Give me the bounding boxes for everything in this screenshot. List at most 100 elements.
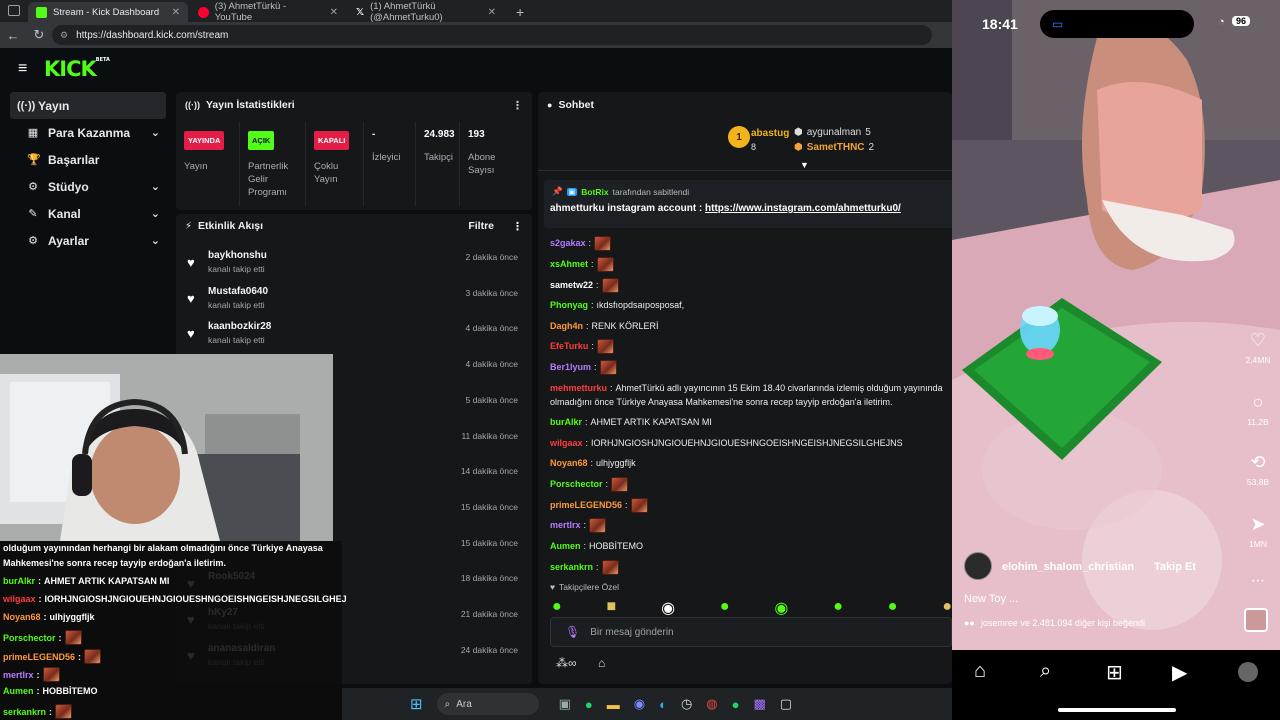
chat-separator: : [586,321,589,331]
emote-icon[interactable]: ● [942,598,952,615]
search-icon[interactable]: ⌕ [1040,660,1051,683]
share-button[interactable]: ➤ 1MN [1244,514,1272,549]
expand-chevron-icon[interactable]: ▼ [800,160,809,170]
chat-username[interactable]: Phonyag [550,300,588,310]
chat-username[interactable]: serkankrn [550,562,593,572]
sidebar-item-baarlar[interactable]: 🏆 Başarılar [10,146,166,173]
follow-button[interactable]: Takip Et [1154,561,1196,573]
spotify-icon[interactable]: ● [732,697,740,712]
discord-icon[interactable]: ◉ [634,696,645,712]
back-arrow-icon[interactable]: ← [0,22,26,48]
emote-icon[interactable]: ● [552,598,562,615]
chat-username[interactable]: Ber1lyum [550,362,591,372]
lightning-icon: ⚡ [185,220,193,232]
follower-name[interactable]: kaanbozkir28 [208,321,271,332]
reload-icon[interactable]: ↻ [26,22,52,48]
chat-username[interactable]: wilgaax [550,438,583,448]
filter-button[interactable]: Filtre [468,220,494,232]
clock-icon[interactable]: ◷ [681,696,692,712]
chat-username[interactable]: Porschector [550,479,603,489]
sidebar-item-parakazanma[interactable]: ▦ Para Kazanma ⌄ [10,119,166,146]
emote-icon[interactable]: ● [720,598,730,615]
pinned-by-user[interactable]: BotRix [581,187,608,197]
chevron-down-icon[interactable]: ⌄ [151,126,160,139]
reel-username[interactable]: elohim_shalom_christian [1002,561,1134,573]
sidebar-item-yayn[interactable]: ((·)) Yayın [10,92,166,119]
chat-username[interactable]: Aumen [550,541,581,551]
comment-button[interactable]: ○ 11,2B [1244,392,1272,427]
stat-label: İzleyici [372,152,401,163]
emote-icon[interactable]: ● [888,598,898,615]
taskbar-search[interactable]: ⌕ Ara [436,693,539,715]
store-icon[interactable]: ⌂ [598,656,605,670]
chevron-down-icon[interactable]: ⌄ [151,207,160,220]
pinned-link[interactable]: https://www.instagram.com/ahmetturku0/ [705,203,901,214]
chat-username[interactable]: xsAhmet [550,259,588,269]
close-tab-icon[interactable]: ✕ [330,7,338,18]
home-icon[interactable]: ⌂ [974,660,986,683]
reel-caption: New Toy ... [964,593,1019,605]
emote-icon[interactable]: ◉ [661,598,675,617]
close-tab-icon[interactable]: ✕ [488,7,496,18]
close-tab-icon[interactable]: ✕ [172,7,180,18]
sidebar-item-stdyo[interactable]: ⚙ Stüdyo ⌄ [10,173,166,200]
app-icon[interactable]: ▢ [780,696,792,712]
twitch-icon[interactable]: ▩ [753,696,765,712]
emote-image [599,359,617,375]
like-button[interactable]: ♡ 2,4MN [1244,330,1272,365]
tab-x-profile[interactable]: 𝕏 (1) AhmetTürkü (@AhmetTurku0) ✕ [348,1,504,23]
chevron-down-icon[interactable]: ⌄ [151,234,160,247]
profile-icon[interactable] [1238,662,1258,682]
follower-name[interactable]: baykhonshu [208,250,267,261]
kick-logo[interactable]: KICKBETA [44,57,110,81]
emote-icon[interactable]: ● [833,598,843,615]
create-post-icon[interactable]: ⊞ [1106,660,1123,685]
chat-username[interactable]: burAlkr [550,417,582,427]
chat-username[interactable]: primeLEGEND56 [550,500,622,510]
chat-username[interactable]: mehmetturku [550,383,607,393]
follower-name[interactable]: Mustafa0640 [208,286,268,297]
tab-search-icon[interactable] [8,5,20,16]
microphone-icon[interactable]: 🎙 [565,625,580,639]
leader-name[interactable]: SametTHNC [807,142,865,153]
chat-message: s2gakax: [550,235,612,251]
tab-youtube[interactable]: (3) AhmetTürkü - YouTube ✕ [190,1,346,23]
chat-message: EfeTurku: [550,338,614,354]
sidebar-item-kanal[interactable]: ✎ Kanal ⌄ [10,200,166,227]
site-info-icon[interactable]: ⚙ [60,30,68,41]
edge-icon[interactable]: ◐ [659,697,667,712]
new-tab-button[interactable]: + [508,2,528,22]
chat-username[interactable]: Dagh4n [550,321,583,331]
file-explorer-icon[interactable]: ▬ [607,697,620,712]
overlay-chat-line: wilgaax: IORHJNGIOSHJNGIOUEHNJGIOUESHNGOE… [3,594,347,604]
avatar[interactable] [964,552,992,580]
emote-icon[interactable]: ■ [607,598,617,615]
chrome-icon[interactable]: ◍ [706,696,717,712]
chat-username[interactable]: s2gakax [550,238,586,248]
sidebar-item-ayarlar[interactable]: ⚙ Ayarlar ⌄ [10,227,166,254]
leader-name[interactable]: aygunalman [807,127,861,138]
more-options-icon[interactable]: ⋮ [512,99,523,112]
whatsapp-icon[interactable]: ● [585,697,593,712]
leader-name[interactable]: abastug [751,128,789,139]
broadcast-icon: ((·)) [17,99,36,112]
repost-button[interactable]: ⟲ 53,8B [1244,452,1272,487]
chat-username[interactable]: Noyan68 [550,458,588,468]
emote-icon[interactable]: ◉ [774,598,788,617]
tab-kick-dashboard[interactable]: Stream - Kick Dashboard ✕ [28,2,188,22]
chat-username[interactable]: EfeTurku [550,341,588,351]
more-options-icon[interactable]: ⋮ [512,220,523,233]
audio-thumbnail[interactable] [1244,608,1268,632]
chat-input[interactable]: 🎙 Bir mesaj gönderin [550,617,952,647]
url-field[interactable]: ⚙ https://dashboard.kick.com/stream [52,25,932,45]
chat-username[interactable]: mertlrx [550,520,581,530]
hamburger-menu-icon[interactable]: ≡ [18,60,32,78]
reels-icon[interactable]: ▶ [1172,660,1187,685]
chevron-down-icon[interactable]: ⌄ [151,180,160,193]
infinity-icon[interactable]: ⁂∞ [556,656,577,670]
windows-start-icon[interactable]: ⊞ [410,695,423,713]
chat-username[interactable]: sametw22 [550,280,593,290]
activity-time: 24 dakika önce [460,644,518,655]
task-view-icon[interactable]: ▣ [559,696,571,712]
more-options-icon[interactable]: ⋯ [1244,572,1272,589]
